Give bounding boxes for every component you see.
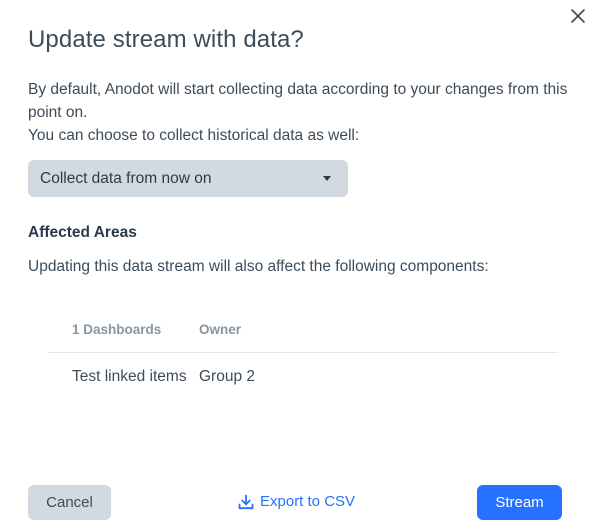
export-csv-label: Export to CSV [260,493,356,510]
dashboard-name-cell: Test linked items [72,368,187,385]
description-line-2: You can choose to collect historical dat… [28,127,360,144]
close-button[interactable] [568,6,588,26]
stream-button[interactable]: Stream [477,485,562,520]
caret-down-icon [323,176,331,181]
dialog-description: By default, Anodot will start collecting… [28,78,568,147]
affected-table: 1 Dashboards Owner Test linked items Gro… [48,306,558,401]
affected-areas-description: Updating this data stream will also affe… [28,258,489,275]
cancel-button[interactable]: Cancel [28,485,111,520]
description-line-1: By default, Anodot will start collecting… [28,81,568,121]
table-header: 1 Dashboards Owner [48,306,558,353]
export-csv-link[interactable]: Export to CSV [238,493,355,510]
affected-areas-title: Affected Areas [28,224,137,241]
download-icon [238,494,254,509]
column-header-owner: Owner [199,321,242,337]
update-stream-dialog: Update stream with data? By default, Ano… [0,0,594,529]
table-row: Test linked items Group 2 [48,353,558,401]
owner-cell: Group 2 [199,368,256,385]
close-icon [571,9,585,23]
column-header-dashboards: 1 Dashboards [72,321,162,337]
dialog-title: Update stream with data? [28,26,304,53]
collect-data-select[interactable]: Collect data from now on [28,160,348,197]
select-value: Collect data from now on [40,169,212,187]
